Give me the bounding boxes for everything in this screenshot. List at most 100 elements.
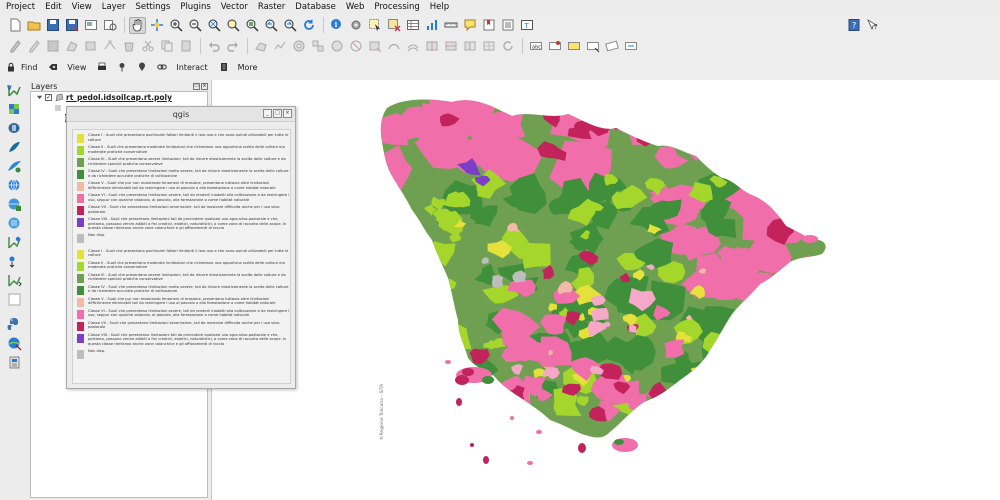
redo-icon[interactable] — [224, 38, 241, 55]
menu-raster[interactable]: Raster — [253, 0, 290, 14]
new-project-icon[interactable] — [6, 17, 23, 34]
save-project-icon[interactable] — [44, 17, 61, 34]
open-project-icon[interactable] — [25, 17, 42, 34]
current-edits-icon[interactable] — [6, 38, 23, 55]
print-icon[interactable] — [96, 61, 108, 73]
merge-features-icon[interactable] — [461, 38, 478, 55]
document-icon[interactable] — [218, 61, 230, 73]
menu-vector[interactable]: Vector — [216, 0, 253, 14]
add-vector-layer-icon[interactable]: V — [4, 82, 24, 99]
zoom-to-layer-icon[interactable] — [243, 17, 260, 34]
offset-curve-icon[interactable] — [404, 38, 421, 55]
maximize-button[interactable]: □ — [273, 109, 282, 118]
menu-settings[interactable]: Settings — [130, 0, 175, 14]
zoom-full-icon[interactable] — [205, 17, 222, 34]
move-feature-icon[interactable] — [82, 38, 99, 55]
add-feature-icon[interactable] — [63, 38, 80, 55]
add-oracle-icon[interactable] — [4, 234, 24, 251]
add-ring-icon[interactable] — [290, 38, 307, 55]
add-wcs-icon[interactable] — [4, 177, 24, 194]
menu-plugins[interactable]: Plugins — [175, 0, 215, 14]
measure-icon[interactable] — [442, 17, 459, 34]
pin-icon[interactable] — [116, 61, 128, 73]
add-spatialite-icon[interactable] — [4, 139, 24, 156]
zoom-in-icon[interactable] — [167, 17, 184, 34]
move-label-icon[interactable] — [584, 38, 601, 55]
pan-to-selection-icon[interactable] — [148, 17, 165, 34]
interact-button[interactable]: Interact — [176, 63, 207, 72]
add-postgis-icon[interactable] — [4, 120, 24, 137]
georeferencer-icon[interactable] — [4, 335, 24, 352]
simplify-icon[interactable] — [271, 38, 288, 55]
menu-help[interactable]: Help — [425, 0, 454, 14]
save-as-icon[interactable] — [63, 17, 80, 34]
digitize-icon[interactable] — [252, 38, 269, 55]
menu-database[interactable]: Database — [290, 0, 341, 14]
whats-this-icon[interactable]: ? — [864, 17, 881, 34]
add-wms-icon[interactable] — [4, 158, 24, 175]
delete-ring-icon[interactable] — [347, 38, 364, 55]
layer-item[interactable]: ✓ rt_pedol.idsoilcap.rt.poly — [31, 92, 207, 103]
map-tips-icon[interactable] — [461, 17, 478, 34]
view-button[interactable]: View — [67, 63, 86, 72]
plugin-icon[interactable] — [4, 354, 24, 371]
new-bookmark-icon[interactable] — [480, 17, 497, 34]
identify-icon[interactable]: i — [328, 17, 345, 34]
python-console-icon[interactable] — [4, 316, 24, 333]
clear-filter-icon[interactable] — [47, 61, 59, 73]
pin-labels-icon[interactable] — [546, 38, 563, 55]
pan-icon[interactable] — [129, 16, 146, 34]
help-icon[interactable]: ? — [845, 17, 862, 34]
menu-project[interactable]: Project — [4, 0, 40, 14]
add-part-icon[interactable] — [309, 38, 326, 55]
fill-ring-icon[interactable] — [328, 38, 345, 55]
new-layer-icon[interactable] — [4, 253, 24, 270]
show-bookmarks-icon[interactable] — [499, 17, 516, 34]
save-edits-icon[interactable] — [44, 38, 61, 55]
statistics-icon[interactable] — [423, 17, 440, 34]
chevron-down-icon[interactable] — [35, 94, 43, 102]
deselect-icon[interactable] — [385, 17, 402, 34]
open-attribute-table-icon[interactable] — [404, 17, 421, 34]
merge-attributes-icon[interactable] — [480, 38, 497, 55]
node-tool-icon[interactable] — [101, 38, 118, 55]
refresh-icon[interactable] — [300, 17, 317, 34]
menu-processing[interactable]: Processing — [369, 0, 424, 14]
add-wfs-icon[interactable] — [4, 196, 24, 213]
zoom-to-selection-icon[interactable] — [224, 17, 241, 34]
find-button[interactable]: Find — [6, 62, 37, 72]
new-print-layout-icon[interactable] — [82, 17, 99, 34]
panel-float-icon[interactable]: ▭ — [193, 82, 200, 90]
add-delimited-text-icon[interactable] — [4, 215, 24, 232]
more-button[interactable]: More — [238, 63, 258, 72]
menu-edit[interactable]: Edit — [40, 0, 66, 14]
undo-icon[interactable] — [205, 38, 222, 55]
new-shapefile-icon[interactable] — [4, 272, 24, 289]
marker-icon[interactable] — [136, 61, 148, 73]
text-annotation-icon[interactable]: T — [518, 17, 535, 34]
zoom-next-icon[interactable] — [281, 17, 298, 34]
rotate-label-icon[interactable] — [603, 38, 620, 55]
delete-selected-icon[interactable] — [120, 38, 137, 55]
cut-features-icon[interactable] — [139, 38, 156, 55]
copy-features-icon[interactable] — [158, 38, 175, 55]
menu-web[interactable]: Web — [341, 0, 370, 14]
change-label-icon[interactable] — [622, 38, 639, 55]
split-parts-icon[interactable] — [442, 38, 459, 55]
layer-visibility-checkbox[interactable]: ✓ — [45, 94, 52, 101]
link-icon[interactable] — [156, 61, 168, 73]
add-raster-layer-icon[interactable] — [4, 101, 24, 118]
toggle-editing-icon[interactable] — [25, 38, 42, 55]
select-features-icon[interactable] — [366, 17, 383, 34]
zoom-last-icon[interactable] — [262, 17, 279, 34]
delete-part-icon[interactable] — [366, 38, 383, 55]
paste-features-icon[interactable] — [177, 38, 194, 55]
zoom-out-icon[interactable] — [186, 17, 203, 34]
menu-layer[interactable]: Layer — [97, 0, 131, 14]
layout-manager-icon[interactable] — [101, 17, 118, 34]
highlight-labels-icon[interactable] — [565, 38, 582, 55]
rotate-symbols-icon[interactable] — [499, 38, 516, 55]
split-features-icon[interactable] — [423, 38, 440, 55]
label-icon[interactable]: abc — [527, 38, 544, 55]
run-feature-action-icon[interactable] — [347, 17, 364, 34]
